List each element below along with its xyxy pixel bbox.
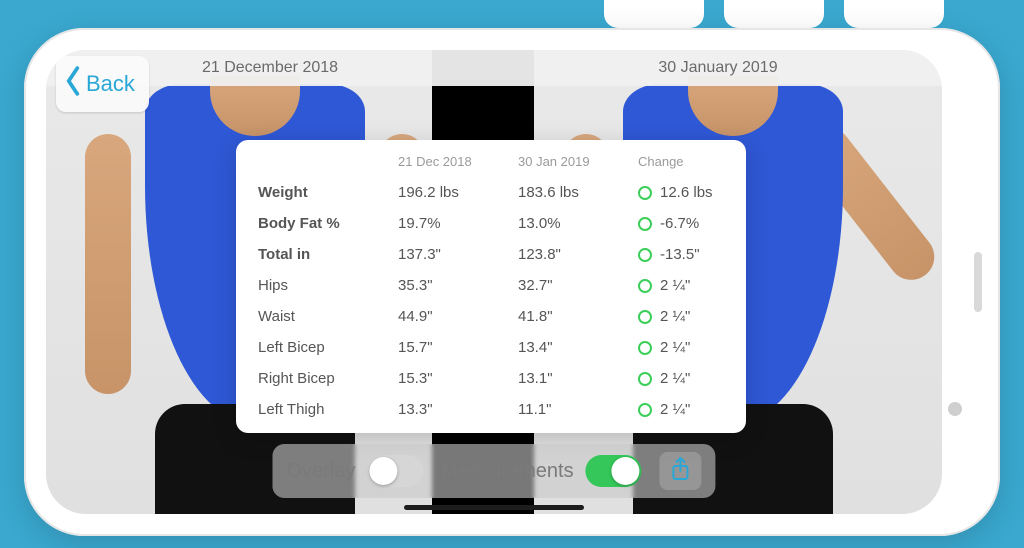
change-text: 2 ¼" xyxy=(660,370,690,387)
change-text: 2 ¼" xyxy=(660,339,690,356)
change-value: 2 ¼" xyxy=(634,363,728,394)
before-value: 44.9" xyxy=(394,301,514,332)
metric-label: Total in xyxy=(254,239,394,270)
bottom-controls: Overlay Measurements xyxy=(272,444,715,498)
change-text: -6.7% xyxy=(660,215,699,232)
metric-label: Weight xyxy=(254,177,394,208)
progress-ring-icon xyxy=(638,279,652,293)
table-row: Right Bicep15.3"13.1" 2 ¼" xyxy=(254,363,728,394)
after-value: 11.1" xyxy=(514,394,634,425)
screen: 21 December 2018 30 January 2019 Back 21… xyxy=(46,50,942,514)
table-row: Left Bicep15.7"13.4" 2 ¼" xyxy=(254,332,728,363)
before-value: 137.3" xyxy=(394,239,514,270)
measurements-label: Measurements xyxy=(441,460,573,483)
header-blank xyxy=(254,150,394,177)
phone-button xyxy=(604,0,704,28)
after-value: 183.6 lbs xyxy=(514,177,634,208)
table-row: Left Thigh13.3"11.1" 2 ¼" xyxy=(254,394,728,425)
after-value: 13.0% xyxy=(514,208,634,239)
back-button-label: Back xyxy=(86,71,135,97)
metric-label: Hips xyxy=(254,270,394,301)
chevron-left-icon xyxy=(62,66,84,102)
measurements-control: Measurements xyxy=(441,455,641,487)
after-value: 13.4" xyxy=(514,332,634,363)
after-value: 13.1" xyxy=(514,363,634,394)
progress-ring-icon xyxy=(638,217,652,231)
before-value: 15.7" xyxy=(394,332,514,363)
measurements-table: 21 Dec 2018 30 Jan 2019 Change Weight196… xyxy=(254,150,728,425)
table-row: Hips35.3"32.7" 2 ¼" xyxy=(254,270,728,301)
before-value: 19.7% xyxy=(394,208,514,239)
before-value: 35.3" xyxy=(394,270,514,301)
phone-button xyxy=(724,0,824,28)
change-value: -6.7% xyxy=(634,208,728,239)
table-row: Waist44.9"41.8" 2 ¼" xyxy=(254,301,728,332)
phone-button xyxy=(844,0,944,28)
after-value: 41.8" xyxy=(514,301,634,332)
before-value: 196.2 lbs xyxy=(394,177,514,208)
device-frame: 21 December 2018 30 January 2019 Back 21… xyxy=(24,28,1000,536)
progress-ring-icon xyxy=(638,186,652,200)
device-camera xyxy=(948,402,962,416)
after-date-label: 30 January 2019 xyxy=(494,50,942,86)
date-header-bar: 21 December 2018 30 January 2019 xyxy=(46,50,942,86)
overlay-toggle[interactable] xyxy=(367,455,423,487)
home-indicator[interactable] xyxy=(404,505,584,510)
metric-label: Left Bicep xyxy=(254,332,394,363)
change-text: -13.5" xyxy=(660,246,700,263)
progress-ring-icon xyxy=(638,341,652,355)
share-button[interactable] xyxy=(660,452,702,490)
table-row: Body Fat %19.7%13.0% -6.7% xyxy=(254,208,728,239)
change-value: 2 ¼" xyxy=(634,301,728,332)
change-value: 2 ¼" xyxy=(634,332,728,363)
change-text: 2 ¼" xyxy=(660,401,690,418)
device-speaker xyxy=(974,252,982,312)
metric-label: Right Bicep xyxy=(254,363,394,394)
progress-ring-icon xyxy=(638,372,652,386)
progress-ring-icon xyxy=(638,403,652,417)
back-button[interactable]: Back xyxy=(56,56,149,112)
change-value: 2 ¼" xyxy=(634,394,728,425)
phone-physical-buttons xyxy=(604,0,944,28)
measurements-toggle[interactable] xyxy=(586,455,642,487)
overlay-control: Overlay xyxy=(286,455,423,487)
change-value: -13.5" xyxy=(634,239,728,270)
change-value: 12.6 lbs xyxy=(634,177,728,208)
table-row: Total in137.3"123.8" -13.5" xyxy=(254,239,728,270)
change-text: 2 ¼" xyxy=(660,308,690,325)
after-value: 32.7" xyxy=(514,270,634,301)
progress-ring-icon xyxy=(638,248,652,262)
change-text: 12.6 lbs xyxy=(660,184,713,201)
measurements-panel: 21 Dec 2018 30 Jan 2019 Change Weight196… xyxy=(236,140,746,433)
change-value: 2 ¼" xyxy=(634,270,728,301)
metric-label: Left Thigh xyxy=(254,394,394,425)
header-change: Change xyxy=(634,150,728,177)
before-value: 13.3" xyxy=(394,394,514,425)
metric-label: Waist xyxy=(254,301,394,332)
share-icon xyxy=(671,457,691,486)
metric-label: Body Fat % xyxy=(254,208,394,239)
progress-ring-icon xyxy=(638,310,652,324)
header-before-date: 21 Dec 2018 xyxy=(394,150,514,177)
after-value: 123.8" xyxy=(514,239,634,270)
before-value: 15.3" xyxy=(394,363,514,394)
overlay-label: Overlay xyxy=(286,460,355,483)
table-row: Weight196.2 lbs183.6 lbs 12.6 lbs xyxy=(254,177,728,208)
header-after-date: 30 Jan 2019 xyxy=(514,150,634,177)
change-text: 2 ¼" xyxy=(660,277,690,294)
